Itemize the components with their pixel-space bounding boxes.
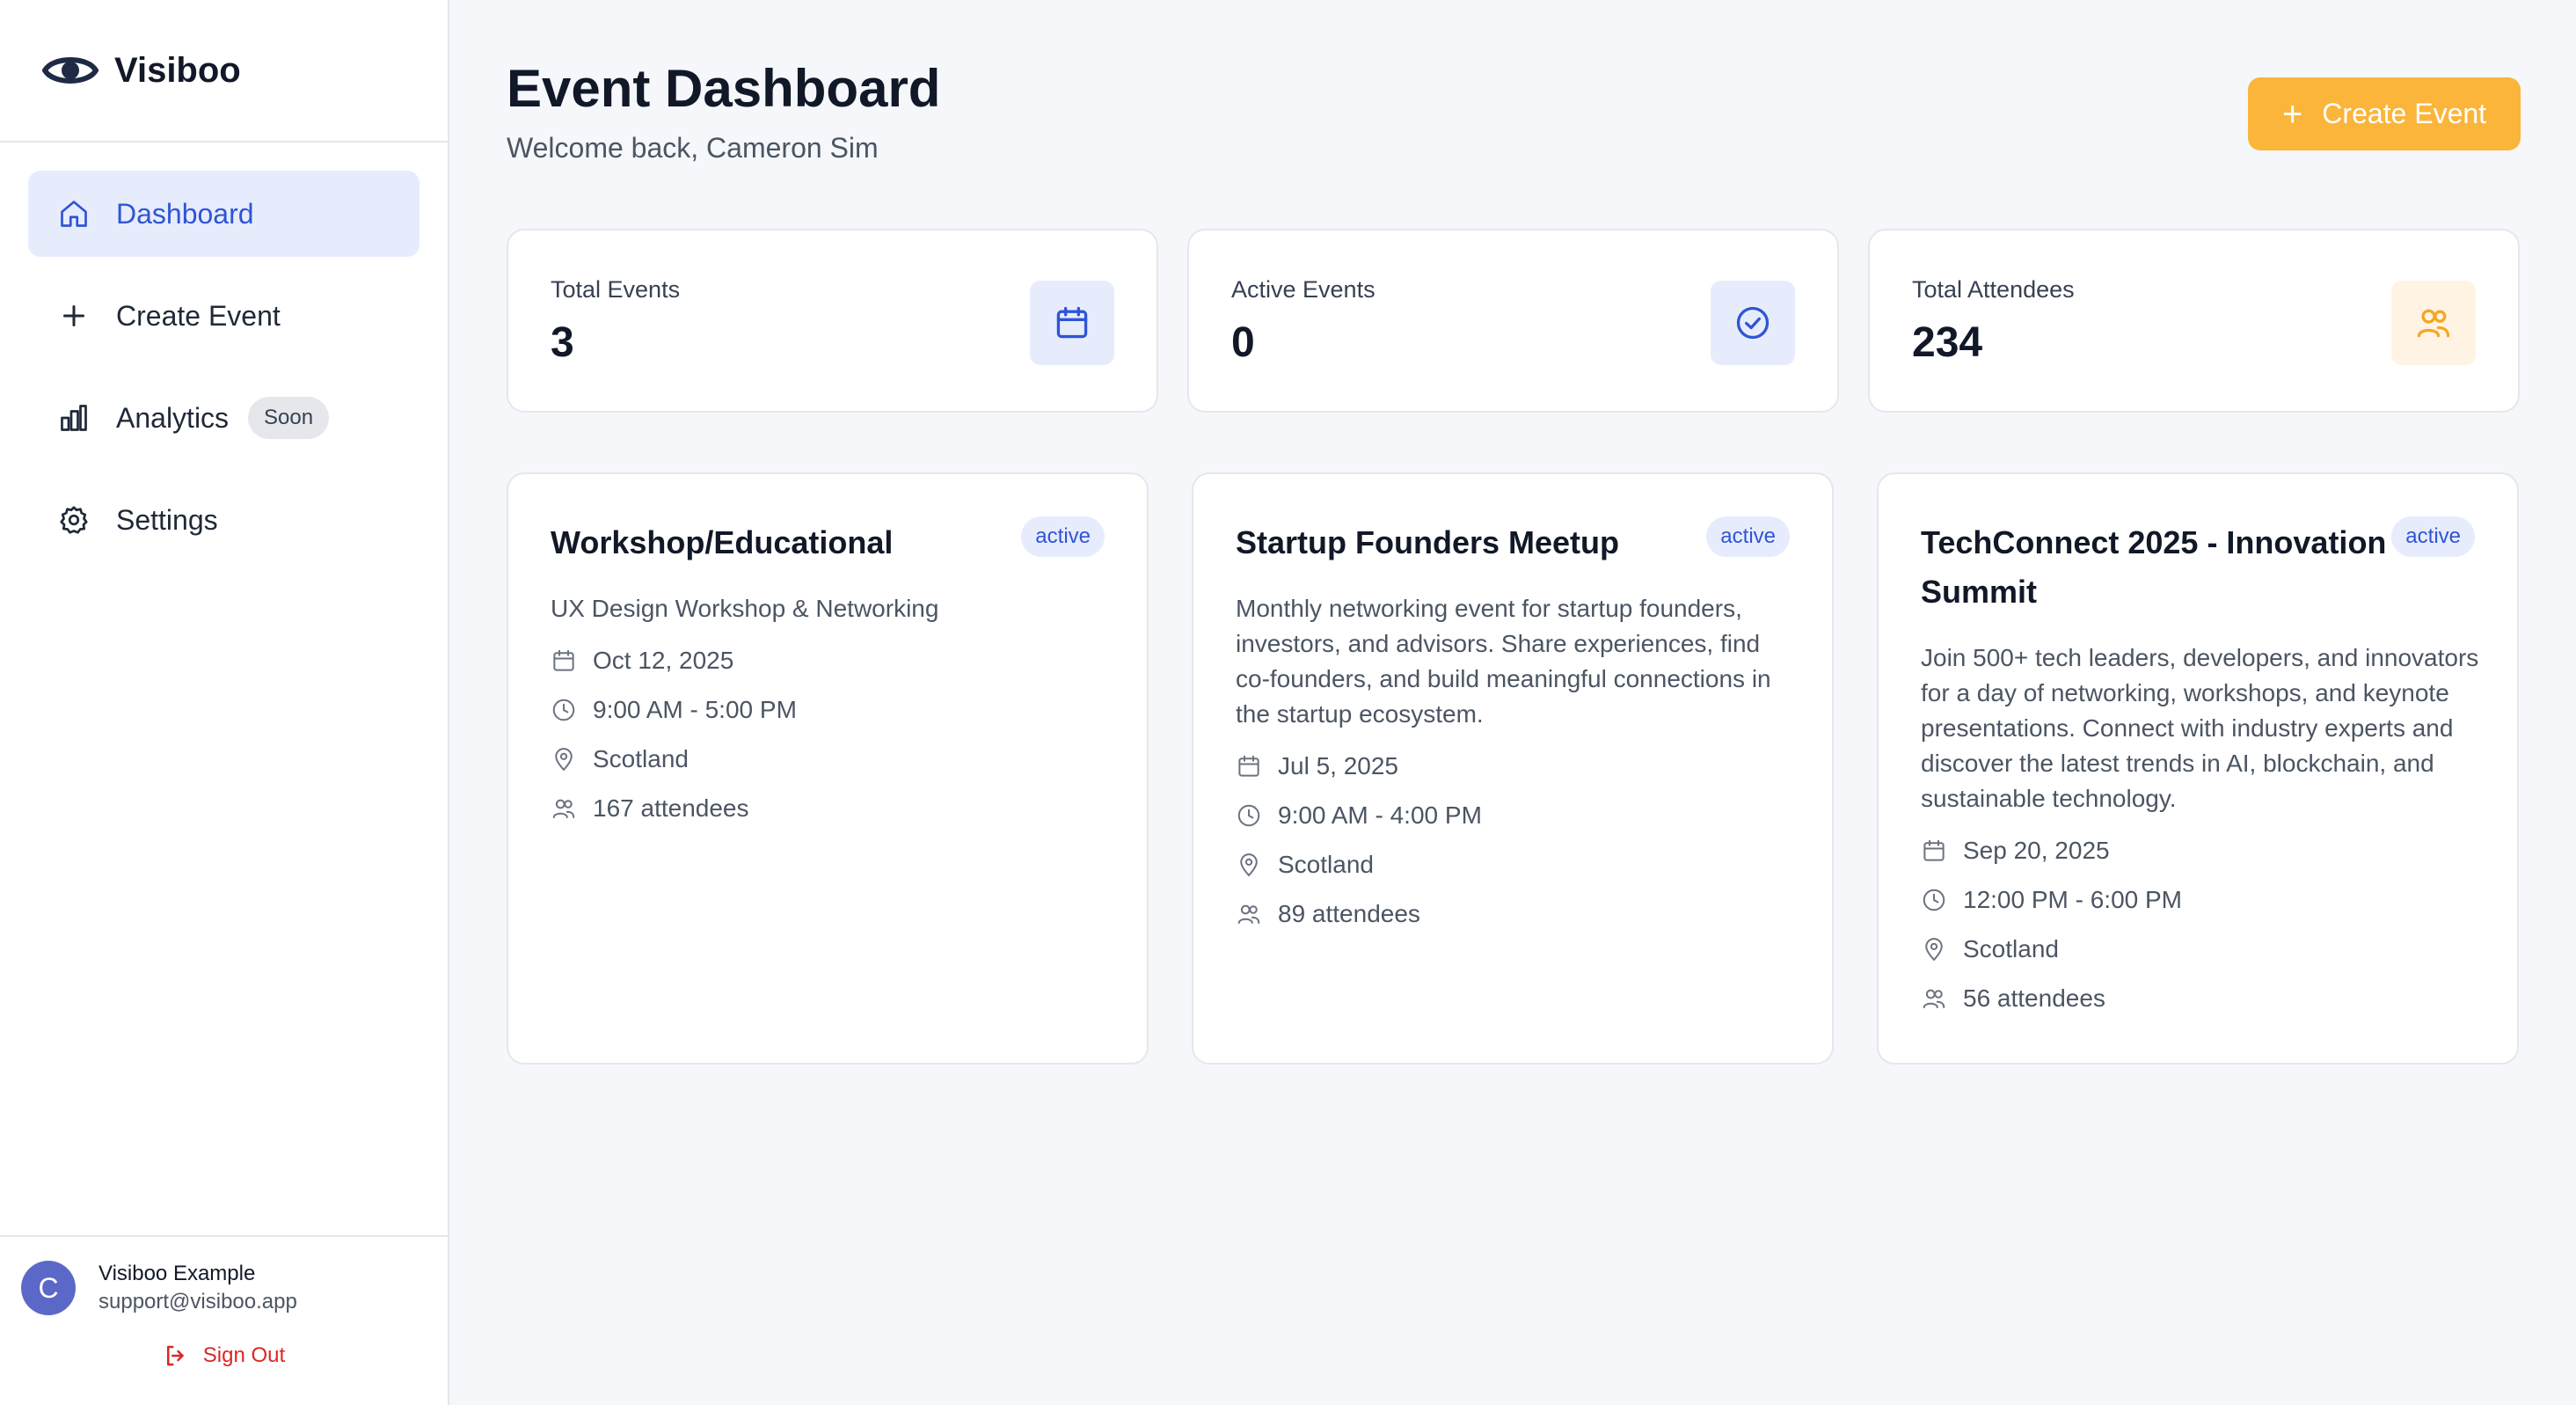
page-subtitle: Welcome back, Cameron Sim	[507, 132, 879, 164]
sidebar-item-label: Analytics	[116, 401, 230, 434]
event-description: Join 500+ tech leaders, developers, and …	[1921, 644, 2479, 812]
stat-card-total-events: Total Events 3	[507, 229, 1158, 413]
stat-card-active-events: Active Events 0	[1187, 229, 1839, 413]
brand[interactable]: Visiboo	[0, 0, 448, 143]
sidebar-item-label: Settings	[116, 503, 218, 536]
event-date-text: Oct 12, 2025	[593, 647, 734, 674]
event-date: Jul 5, 2025	[1236, 752, 1398, 780]
avatar[interactable]: C	[21, 1261, 76, 1315]
event-location: Scotland	[1236, 851, 1374, 879]
event-attendees: 167 attendees	[551, 794, 749, 823]
event-location: Scotland	[551, 745, 689, 773]
sidebar-item-dashboard[interactable]: Dashboard	[28, 171, 420, 257]
event-location: Scotland	[1921, 935, 2059, 963]
event-date: Oct 12, 2025	[551, 647, 733, 675]
stat-value: 234	[1912, 319, 1983, 366]
event-location-text: Scotland	[593, 745, 689, 772]
event-description: UX Design Workshop & Networking	[551, 595, 939, 622]
sidebar-item-label: Dashboard	[116, 197, 254, 230]
users-icon	[1921, 985, 1947, 1012]
event-date-text: Sep 20, 2025	[1963, 837, 2110, 864]
sidebar-item-label: Create Event	[116, 299, 281, 332]
event-time-text: 12:00 PM - 6:00 PM	[1963, 886, 2183, 913]
stat-label: Active Events	[1231, 276, 1376, 303]
event-card[interactable]: Workshop/Educational active UX Design Wo…	[507, 472, 1149, 1065]
event-time: 12:00 PM - 6:00 PM	[1921, 886, 2182, 914]
calendar-icon	[1236, 753, 1262, 779]
stat-label: Total Events	[551, 276, 681, 303]
users-icon	[2391, 281, 2476, 365]
event-title: Workshop/Educational	[551, 524, 894, 560]
status-badge: active	[1021, 516, 1105, 557]
event-date: Sep 20, 2025	[1921, 837, 2110, 865]
plus-icon	[58, 300, 90, 332]
home-icon	[58, 198, 90, 230]
status-badge: active	[1706, 516, 1790, 557]
main-content: Event Dashboard Welcome back, Cameron Si…	[449, 0, 2576, 1405]
check-circle-icon	[1711, 281, 1795, 365]
create-event-label: Create Event	[2322, 98, 2487, 129]
event-time-text: 9:00 AM - 4:00 PM	[1278, 801, 1482, 829]
eye-logo-icon	[42, 57, 99, 84]
sign-out-label: Sign Out	[202, 1343, 286, 1367]
event-card[interactable]: Startup Founders Meetup active Monthly n…	[1192, 472, 1834, 1065]
stat-value: 0	[1231, 319, 1255, 366]
clock-icon	[1921, 887, 1947, 913]
sidebar-nav: Dashboard Create Event Analytics Soon Se…	[0, 143, 448, 563]
sign-out-icon	[166, 1345, 184, 1366]
event-time: 9:00 AM - 4:00 PM	[1236, 801, 1482, 830]
event-time-text: 9:00 AM - 5:00 PM	[593, 696, 797, 723]
event-location-text: Scotland	[1278, 851, 1374, 878]
event-date-text: Jul 5, 2025	[1278, 752, 1398, 779]
map-pin-icon	[551, 746, 577, 772]
soon-badge: Soon	[248, 397, 330, 439]
stat-card-total-attendees: Total Attendees 234	[1868, 229, 2520, 413]
create-event-button[interactable]: + Create Event	[2248, 77, 2521, 150]
map-pin-icon	[1921, 936, 1947, 962]
event-description: Monthly networking event for startup fou…	[1236, 595, 1771, 728]
map-pin-icon	[1236, 852, 1262, 878]
user-email: support@visiboo.app	[99, 1290, 297, 1314]
event-card[interactable]: TechConnect 2025 - Innovation Summit act…	[1877, 472, 2519, 1065]
status-badge: active	[2391, 516, 2475, 557]
page-title: Event Dashboard	[507, 59, 941, 118]
user-profile: C Visiboo Example support@visiboo.app Si…	[0, 1235, 448, 1405]
event-attendees: 89 attendees	[1236, 900, 1420, 928]
users-icon	[1236, 901, 1262, 927]
bar-chart-icon	[58, 402, 90, 434]
brand-name: Visiboo	[114, 50, 241, 90]
stat-label: Total Attendees	[1912, 276, 2075, 303]
sign-out-button[interactable]: Sign Out	[0, 1343, 448, 1369]
stat-value: 3	[551, 319, 574, 366]
event-title: Startup Founders Meetup	[1236, 524, 1620, 560]
clock-icon	[1236, 802, 1262, 829]
gear-icon	[58, 504, 90, 536]
users-icon	[551, 795, 577, 822]
sidebar-item-settings[interactable]: Settings	[28, 477, 420, 563]
plus-icon: +	[2281, 94, 2303, 134]
event-title: TechConnect 2025 - Innovation Summit	[1921, 524, 2387, 610]
calendar-icon	[1030, 281, 1114, 365]
event-attendees-text: 167 attendees	[593, 794, 749, 822]
calendar-icon	[551, 648, 577, 674]
user-name: Visiboo Example	[99, 1262, 256, 1285]
sidebar: Visiboo Dashboard Create Event Analytics	[0, 0, 449, 1405]
app-root: Visiboo Dashboard Create Event Analytics	[0, 0, 2576, 1405]
clock-icon	[551, 697, 577, 723]
event-time: 9:00 AM - 5:00 PM	[551, 696, 797, 724]
event-location-text: Scotland	[1963, 935, 2059, 962]
event-attendees-text: 89 attendees	[1278, 900, 1420, 927]
event-attendees: 56 attendees	[1921, 984, 2105, 1013]
calendar-icon	[1921, 838, 1947, 864]
sidebar-item-analytics[interactable]: Analytics Soon	[28, 375, 420, 461]
event-attendees-text: 56 attendees	[1963, 984, 2105, 1012]
sidebar-item-create-event[interactable]: Create Event	[28, 273, 420, 359]
